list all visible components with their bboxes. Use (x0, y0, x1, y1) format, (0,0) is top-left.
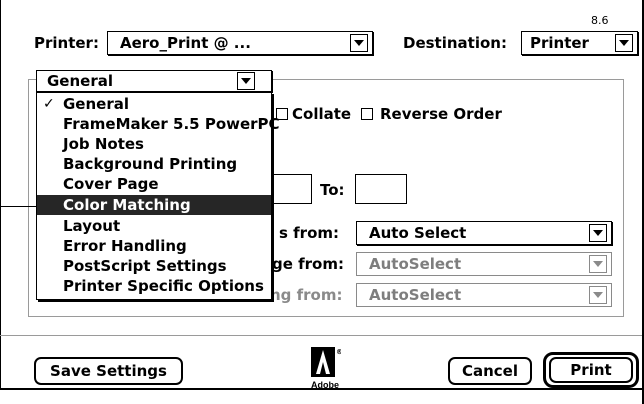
destination-label: Destination: (403, 34, 507, 52)
panel-group-border-left (28, 79, 29, 316)
menu-item-postscript-settings[interactable]: PostScript Settings (37, 256, 271, 276)
reverse-order-checkbox[interactable] (361, 108, 373, 120)
destination-popup[interactable]: Printer (521, 31, 638, 55)
cancel-button[interactable]: Cancel (448, 357, 532, 385)
menu-item-general[interactable]: ✓ General (37, 94, 271, 114)
paper-source-popup-3[interactable]: AutoSelect (356, 283, 612, 307)
button-bar-separator (0, 335, 642, 336)
adobe-wordmark: Adobe (311, 380, 339, 390)
paper-source-value-3: AutoSelect (369, 286, 462, 304)
paper-source-label-2: ge from: (272, 255, 344, 273)
menu-item-framemaker[interactable]: FrameMaker 5.5 PowerPC (37, 114, 280, 134)
chevron-down-icon (589, 286, 607, 304)
menu-item-label: Color Matching (63, 196, 191, 214)
menu-item-label: Cover Page (63, 175, 159, 193)
menu-item-label: Printer Specific Options (63, 277, 264, 295)
from-page-field[interactable] (270, 174, 312, 204)
adobe-logo-icon: ® Adobe (311, 347, 343, 391)
menu-item-job-notes[interactable]: Job Notes (37, 134, 271, 154)
save-settings-button[interactable]: Save Settings (34, 357, 183, 385)
panel-group-border-bottom (28, 316, 624, 317)
menu-item-cover-page[interactable]: Cover Page (37, 174, 271, 194)
menu-item-label: General (63, 95, 129, 113)
chevron-down-icon (589, 224, 607, 242)
paper-source-label-1: s from: (279, 224, 340, 242)
panel-popup-menu: ✓ General FrameMaker 5.5 PowerPC Job Not… (36, 92, 280, 300)
paper-source-value-1: Auto Select (369, 224, 467, 242)
paper-source-label-3: ng from: (270, 286, 343, 304)
panel-popup[interactable]: General (36, 70, 272, 92)
menu-item-color-matching[interactable]: Color Matching (37, 195, 271, 215)
menu-item-label: Background Printing (63, 155, 238, 173)
menu-item-layout[interactable]: Layout (37, 216, 271, 236)
chevron-down-icon (237, 72, 255, 90)
checkmark-icon: ✓ (43, 96, 55, 112)
destination-popup-value: Printer (530, 34, 589, 52)
printer-popup[interactable]: Aero_Print @ ... (107, 31, 373, 55)
menu-item-label: Job Notes (63, 135, 144, 153)
panel-popup-value: General (47, 72, 113, 90)
menu-item-label: Error Handling (63, 237, 187, 255)
menu-item-label: FrameMaker 5.5 PowerPC (63, 115, 280, 133)
printer-popup-value: Aero_Print @ ... (120, 34, 251, 52)
menu-item-background-printing[interactable]: Background Printing (37, 154, 271, 174)
registered-mark: ® (336, 348, 341, 356)
callout-line (0, 206, 36, 207)
paper-source-popup-1[interactable]: Auto Select (356, 221, 612, 245)
printer-label: Printer: (34, 34, 99, 52)
chevron-down-icon (350, 34, 368, 52)
chevron-down-icon (615, 34, 633, 52)
chevron-down-icon (589, 255, 607, 273)
paper-source-value-2: AutoSelect (369, 255, 462, 273)
menu-item-error-handling[interactable]: Error Handling (37, 236, 271, 256)
print-button[interactable]: Print (549, 357, 633, 383)
menu-item-label: Layout (63, 217, 121, 235)
panel-group-border-right (623, 79, 624, 317)
to-label: To: (320, 181, 345, 199)
to-page-field[interactable] (355, 174, 407, 204)
reverse-order-label: Reverse Order (380, 105, 502, 123)
menu-item-label: PostScript Settings (63, 257, 227, 275)
version-label: 8.6 (591, 14, 609, 27)
collate-label: Collate (292, 105, 352, 123)
dialog-border-left (0, 0, 1, 390)
paper-source-popup-2[interactable]: AutoSelect (356, 252, 612, 276)
menu-item-printer-specific-options[interactable]: Printer Specific Options (37, 276, 271, 296)
